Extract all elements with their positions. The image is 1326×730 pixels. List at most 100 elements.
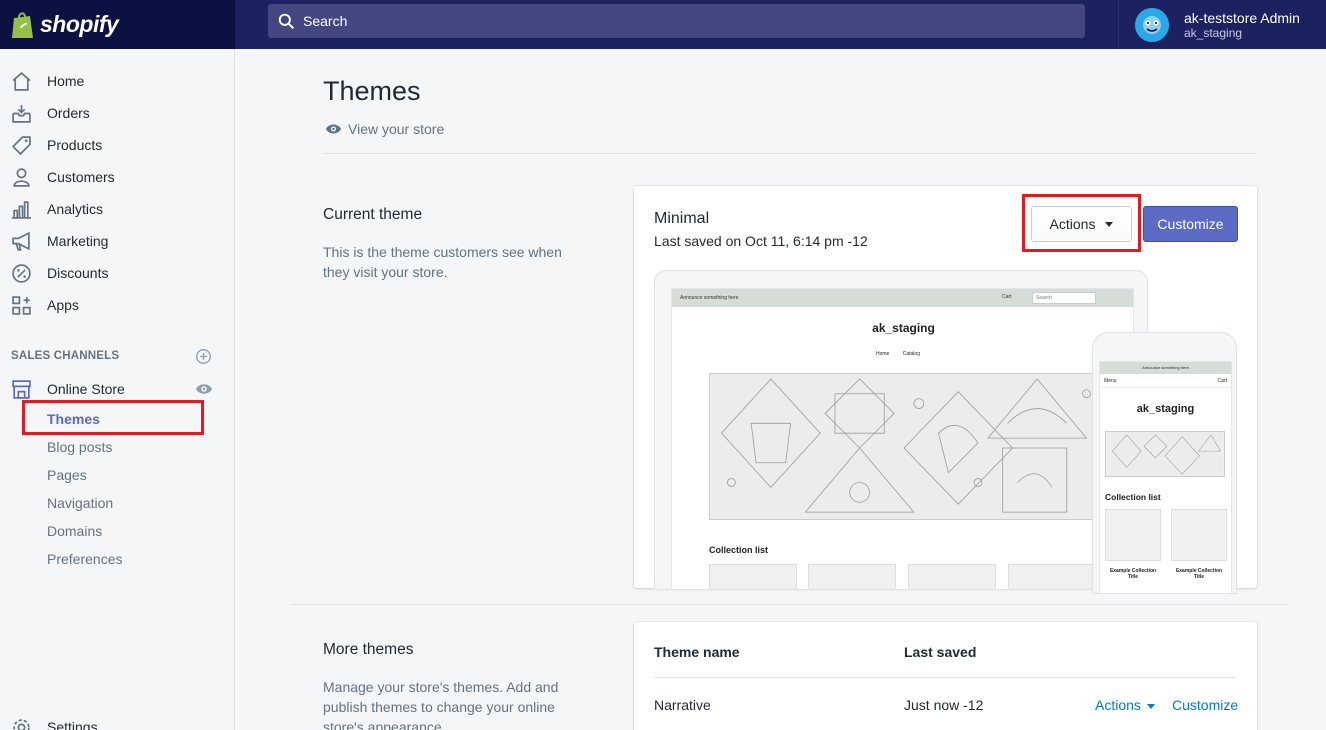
preview-collection-tile <box>1008 564 1096 589</box>
more-themes-description: Manage your store's themes. Add and publ… <box>323 679 559 730</box>
current-theme-description: This is the theme customers see when the… <box>323 244 562 280</box>
sidebar-item-customers[interactable]: Customers <box>0 161 234 193</box>
sidebar-item-home[interactable]: Home <box>0 65 234 97</box>
home-icon <box>12 71 31 91</box>
mobile-menu-bar: Menu Cart <box>1100 374 1231 388</box>
theme-last-saved: Last saved on Oct 11, 6:14 pm -12 <box>654 233 868 249</box>
apps-icon <box>12 295 31 315</box>
sidebar-item-label: Customers <box>47 169 115 185</box>
orders-icon <box>12 104 31 123</box>
mobile-menu: Menu <box>1104 378 1117 384</box>
mobile-preview[interactable]: Announce something here Menu Cart ak_sta… <box>1092 332 1237 594</box>
account-name: ak-teststore Admin <box>1184 9 1300 26</box>
preview-announcement: Announce something here <box>680 295 739 301</box>
more-themes-heading: More themes <box>323 641 414 658</box>
caret-down-icon <box>1146 703 1155 709</box>
customize-button[interactable]: Customize <box>1143 206 1238 242</box>
mobile-preview-screen: Announce something here Menu Cart ak_sta… <box>1099 361 1232 593</box>
sidebar-item-label: Marketing <box>47 233 109 249</box>
theme-row-saved: Just now -12 <box>904 697 984 713</box>
person-icon <box>13 167 30 187</box>
sidebar-subitem-navigation[interactable]: Navigation <box>47 495 113 515</box>
theme-name: Minimal <box>654 210 710 227</box>
store-icon <box>12 379 31 399</box>
bar-chart-icon <box>12 200 31 219</box>
brand-name: shopify <box>40 11 119 37</box>
divider <box>291 604 1289 605</box>
current-theme-card: Minimal Last saved on Oct 11, 6:14 pm -1… <box>634 186 1257 594</box>
mobile-collection-heading: Collection list <box>1105 492 1161 502</box>
mobile-cart: Cart <box>1217 378 1227 384</box>
brand[interactable]: shopify <box>0 0 235 49</box>
mobile-announcement: Announce something here <box>1100 362 1231 374</box>
highlight-box-themes <box>22 400 204 435</box>
sidebar-item-discounts[interactable]: Discounts <box>0 257 234 289</box>
preview-search: Search <box>1032 292 1096 304</box>
gear-icon <box>13 718 30 730</box>
eye-icon[interactable] <box>195 382 213 396</box>
sidebar-subitem-domains[interactable]: Domains <box>47 523 102 543</box>
eye-icon <box>325 124 342 134</box>
sidebar-item-marketing[interactable]: Marketing <box>0 225 234 257</box>
sidebar-item-label: Discounts <box>47 265 109 281</box>
theme-row-actions-link[interactable]: Actions <box>1095 697 1155 713</box>
sidebar-item-products[interactable]: Products <box>0 129 234 161</box>
preview-collection-tile <box>908 564 996 589</box>
sidebar-item-label: Online Store <box>47 381 125 397</box>
desktop-preview-screen: Announce something here Cart Search ak_s… <box>671 288 1134 589</box>
column-header-last-saved: Last saved <box>904 644 977 660</box>
search-input[interactable]: Search <box>268 4 1085 38</box>
sidebar-item-settings[interactable]: Settings <box>0 711 234 730</box>
account-store: ak_staging <box>1184 25 1243 40</box>
sidebar-item-orders[interactable]: Orders <box>0 97 234 129</box>
preview-nav: Home Catalog <box>876 351 932 357</box>
sidebar-subitem-pages[interactable]: Pages <box>47 467 87 487</box>
top-bar: shopify Search ak-teststore Admin ak_sta… <box>0 0 1326 49</box>
tag-icon <box>11 135 31 155</box>
preview-collection-tile <box>808 564 896 589</box>
avatar <box>1135 7 1169 42</box>
mobile-collection-caption: Example Collection Title <box>1175 568 1223 580</box>
theme-row-actions-label: Actions <box>1095 697 1141 713</box>
mobile-hero-image <box>1105 431 1225 477</box>
preview-hero-image <box>709 373 1099 520</box>
search-icon <box>278 13 295 29</box>
mobile-collection-tile <box>1105 509 1161 561</box>
sidebar: Home Orders Products Customers Analytics… <box>0 49 235 730</box>
sidebar-item-analytics[interactable]: Analytics <box>0 193 234 225</box>
divider <box>323 153 1257 154</box>
sales-channels-heading: SALES CHANNELS <box>11 350 120 362</box>
highlight-box-actions <box>1022 194 1141 252</box>
mobile-collection-tile <box>1171 509 1227 561</box>
theme-row-customize-link[interactable]: Customize <box>1172 697 1238 713</box>
sidebar-item-label: Home <box>47 73 85 89</box>
preview-collection-heading: Collection list <box>709 545 769 555</box>
view-store-link[interactable]: View your store <box>325 121 444 137</box>
add-circle-icon[interactable] <box>195 348 212 365</box>
current-theme-heading: Current theme <box>323 206 423 223</box>
table-divider <box>654 677 1237 678</box>
sidebar-item-label: Apps <box>47 297 79 313</box>
account-menu[interactable]: ak-teststore Admin ak_staging <box>1118 0 1326 49</box>
shopify-bag-icon <box>12 11 33 38</box>
sidebar-item-apps[interactable]: Apps <box>0 289 234 321</box>
preview-announcement-bar: Announce something here Cart Search <box>672 289 1133 307</box>
more-themes-card: Theme name Last saved Narrative Just now… <box>634 622 1257 730</box>
sidebar-item-label: Orders <box>47 105 90 121</box>
mobile-collection-caption: Example Collection Title <box>1109 568 1157 580</box>
theme-row-name: Narrative <box>654 697 711 713</box>
desktop-preview[interactable]: Announce something here Cart Search ak_s… <box>654 270 1148 590</box>
sidebar-item-label: Analytics <box>47 201 104 217</box>
search-placeholder: Search <box>303 13 348 29</box>
discount-icon <box>12 263 31 283</box>
sidebar-subitem-blog-posts[interactable]: Blog posts <box>47 439 112 459</box>
preview-cart: Cart <box>1002 294 1012 300</box>
sidebar-subitem-preferences[interactable]: Preferences <box>47 551 122 571</box>
sidebar-item-label: Settings <box>47 719 98 730</box>
preview-store-title: ak_staging <box>872 321 935 335</box>
mobile-store-title: ak_staging <box>1136 403 1195 415</box>
view-store-label: View your store <box>348 121 445 137</box>
sidebar-item-label: Products <box>47 137 103 153</box>
preview-collection-tile <box>709 564 797 589</box>
page-title: Themes <box>323 76 421 106</box>
